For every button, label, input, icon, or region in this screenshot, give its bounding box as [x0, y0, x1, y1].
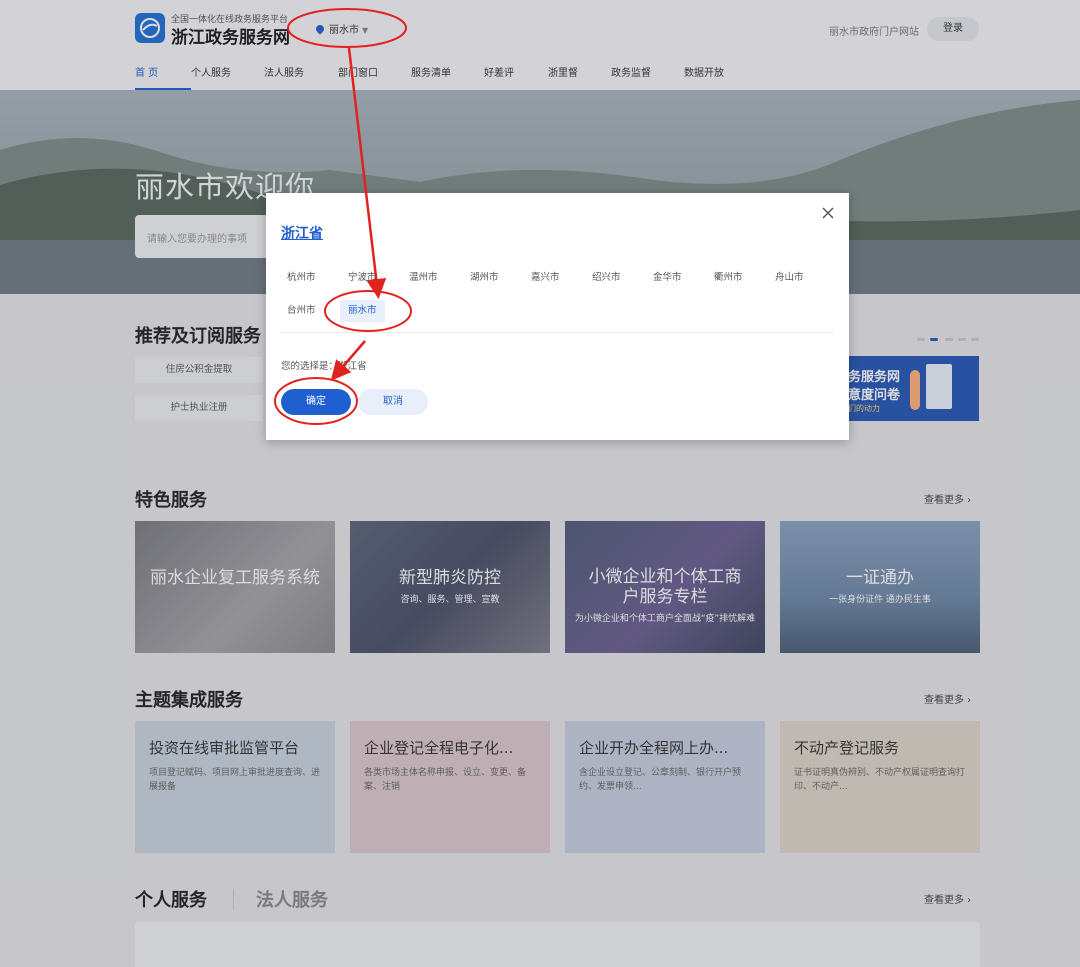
province-link[interactable]: 浙江省 — [281, 223, 323, 243]
city-option-hangzhou[interactable]: 杭州市 — [287, 267, 316, 289]
confirm-button[interactable]: 确定 — [281, 389, 351, 415]
dialog-divider — [280, 332, 834, 333]
selection-value: 浙江省 — [338, 361, 367, 372]
selection-label: 您的选择是： — [281, 361, 339, 372]
city-option-ningbo[interactable]: 宁波市 — [348, 267, 377, 289]
city-option-zhoushan[interactable]: 舟山市 — [775, 267, 804, 289]
modal-overlay[interactable] — [0, 0, 1080, 967]
close-icon[interactable] — [821, 205, 835, 219]
city-option-huzhou[interactable]: 湖州市 — [470, 267, 499, 289]
city-select-dialog: 浙江省 杭州市 宁波市 温州市 湖州市 嘉兴市 绍兴市 金华市 衢州市 舟山市 … — [266, 193, 849, 440]
city-option-quzhou[interactable]: 衢州市 — [714, 267, 743, 289]
city-option-taizhou[interactable]: 台州市 — [287, 300, 316, 322]
city-option-lishui-selected[interactable]: 丽水市 — [340, 300, 385, 322]
city-option-jiaxing[interactable]: 嘉兴市 — [531, 267, 560, 289]
city-option-jinhua[interactable]: 金华市 — [653, 267, 682, 289]
selection-summary: 您的选择是：浙江省 — [281, 358, 367, 372]
cancel-button[interactable]: 取消 — [358, 389, 428, 415]
city-option-wenzhou[interactable]: 温州市 — [409, 267, 438, 289]
city-option-shaoxing[interactable]: 绍兴市 — [592, 267, 621, 289]
